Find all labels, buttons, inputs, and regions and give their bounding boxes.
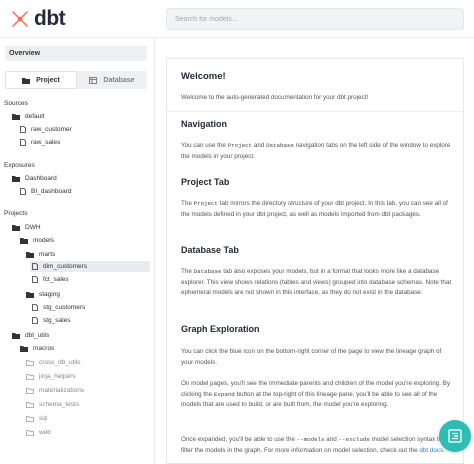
tree-folder-label: marts — [39, 251, 56, 258]
tree-item-stg-customers[interactable]: stg_customers — [32, 302, 85, 313]
tree-folder-default[interactable]: default — [12, 111, 45, 122]
file-icon — [32, 317, 38, 324]
database-tab-heading: Database Tab — [181, 245, 239, 255]
tree-folder-label: cross_db_utils — [39, 359, 81, 366]
dbt-docs-link[interactable]: dbt docs — [419, 447, 443, 454]
tree-folder-marts[interactable]: marts — [26, 249, 55, 260]
top-header: dbt — [0, 0, 474, 38]
tree-folder-dbt-utils[interactable]: dbt_utils — [12, 330, 49, 341]
main-content: Welcome! Welcome to the auto-generated d… — [166, 58, 464, 464]
sidebar-tabs: Project Database — [5, 71, 147, 89]
graph-exploration-heading: Graph Exploration — [181, 324, 260, 334]
tree-item-label: stg_customers — [43, 304, 86, 311]
folder-closed-icon — [26, 415, 34, 422]
welcome-heading: Welcome! — [181, 71, 226, 82]
folder-closed-icon — [26, 387, 34, 394]
tree-item-label: stg_sales — [43, 317, 71, 324]
tree-item-dim-customers[interactable]: dim_customers — [30, 261, 150, 272]
file-icon — [32, 304, 38, 311]
folder-closed-icon — [26, 373, 34, 380]
sources-heading: Sources — [4, 100, 28, 107]
tab-database-label: Database — [103, 76, 135, 84]
tree-folder-macros[interactable]: macros — [20, 343, 54, 354]
tree-folder-dwh[interactable]: DWH — [12, 222, 41, 233]
file-icon — [32, 263, 38, 270]
folder-open-icon — [20, 345, 28, 352]
folder-open-icon — [26, 251, 34, 258]
tree-item-raw-sales[interactable]: raw_sales — [20, 137, 60, 148]
file-icon — [20, 139, 26, 146]
tree-item-label: raw_customer — [31, 126, 72, 133]
welcome-text: Welcome to the auto-generated documentat… — [181, 94, 369, 101]
tree-item-stg-sales[interactable]: stg_sales — [32, 315, 70, 326]
file-icon — [20, 188, 26, 195]
tab-project-label: Project — [36, 76, 60, 84]
tree-folder-label: sql — [39, 415, 48, 422]
tree-folder-cross-db-utils[interactable]: cross_db_utils — [26, 357, 81, 368]
tree-item-label: fct_sales — [43, 276, 69, 283]
tree-item-bi-dashboard[interactable]: BI_dashboard — [20, 186, 71, 197]
tree-item-raw-customer[interactable]: raw_customer — [20, 124, 72, 135]
tree-folder-label: Dashboard — [25, 175, 57, 182]
tree-folder-jinja-helpers[interactable]: jinja_helpers — [26, 371, 76, 382]
lineage-graph-button[interactable] — [439, 420, 471, 452]
dbt-logo-icon — [12, 11, 28, 27]
graph-text-3: Once expanded, you'll be able to use the… — [181, 436, 445, 454]
tree-item-label: raw_sales — [31, 139, 61, 146]
tree-item-fct-sales[interactable]: fct_sales — [32, 274, 69, 285]
tree-item-label: BI_dashboard — [31, 188, 72, 195]
tree-folder-staging[interactable]: staging — [26, 289, 60, 300]
navigation-text: You can use the Project and Database nav… — [181, 142, 451, 160]
tree-folder-materializations[interactable]: materializations — [26, 385, 84, 396]
dbt-logo[interactable]: dbt — [10, 7, 66, 30]
tree-folder-label: DWH — [25, 224, 41, 231]
tree-folder-label: default — [25, 113, 45, 120]
tree-folder-label: models — [33, 237, 54, 244]
folder-open-icon — [20, 237, 28, 244]
folder-open-icon — [12, 224, 20, 231]
file-icon — [32, 276, 38, 283]
divider — [167, 111, 463, 112]
tab-project[interactable]: Project — [5, 71, 77, 89]
graph-text-1: You can click the blue icon on the botto… — [181, 348, 442, 366]
folder-open-icon — [12, 332, 20, 339]
file-icon — [20, 126, 26, 133]
tree-folder-label: dbt_utils — [25, 332, 50, 339]
folder-closed-icon — [26, 401, 34, 408]
tree-folder-label: jinja_helpers — [39, 373, 76, 380]
sidebar: Overview Project Database Sources defaul… — [0, 38, 155, 464]
tree-item-label: dim_customers — [43, 263, 88, 270]
tree-folder-models[interactable]: models — [20, 235, 54, 246]
folder-closed-icon — [26, 359, 34, 366]
project-tab-heading: Project Tab — [181, 177, 230, 187]
tree-folder-sql[interactable]: sql — [26, 413, 47, 424]
tree-folder-label: macros — [33, 345, 55, 352]
search-input[interactable] — [166, 8, 464, 30]
tree-folder-label: materializations — [39, 387, 85, 394]
folder-icon — [22, 77, 31, 84]
folder-open-icon — [12, 175, 20, 182]
projects-heading: Projects — [4, 210, 28, 217]
brand-name: dbt — [34, 7, 66, 30]
tree-folder-web[interactable]: web — [26, 427, 51, 438]
sidebar-overview-link[interactable]: Overview — [5, 46, 147, 61]
lineage-graph-icon — [448, 429, 462, 443]
database-tab-text: The Database tab also exposes your model… — [181, 268, 452, 296]
tree-folder-label: schema_tests — [39, 401, 80, 408]
folder-closed-icon — [26, 429, 34, 436]
project-tab-text: The Project tab mirrors the directory st… — [181, 200, 448, 218]
tree-folder-schema-tests[interactable]: schema_tests — [26, 399, 79, 410]
navigation-heading: Navigation — [181, 119, 228, 129]
folder-open-icon — [26, 291, 34, 298]
tree-folder-label: staging — [39, 291, 60, 298]
tree-folder-dashboard[interactable]: Dashboard — [12, 173, 57, 184]
graph-text-2: On model pages, you'll see the immediate… — [181, 380, 451, 408]
tab-database[interactable]: Database — [77, 71, 147, 89]
table-icon — [89, 76, 98, 84]
exposures-heading: Exposures — [4, 162, 35, 169]
folder-open-icon — [12, 113, 20, 120]
tree-folder-label: web — [39, 429, 51, 436]
